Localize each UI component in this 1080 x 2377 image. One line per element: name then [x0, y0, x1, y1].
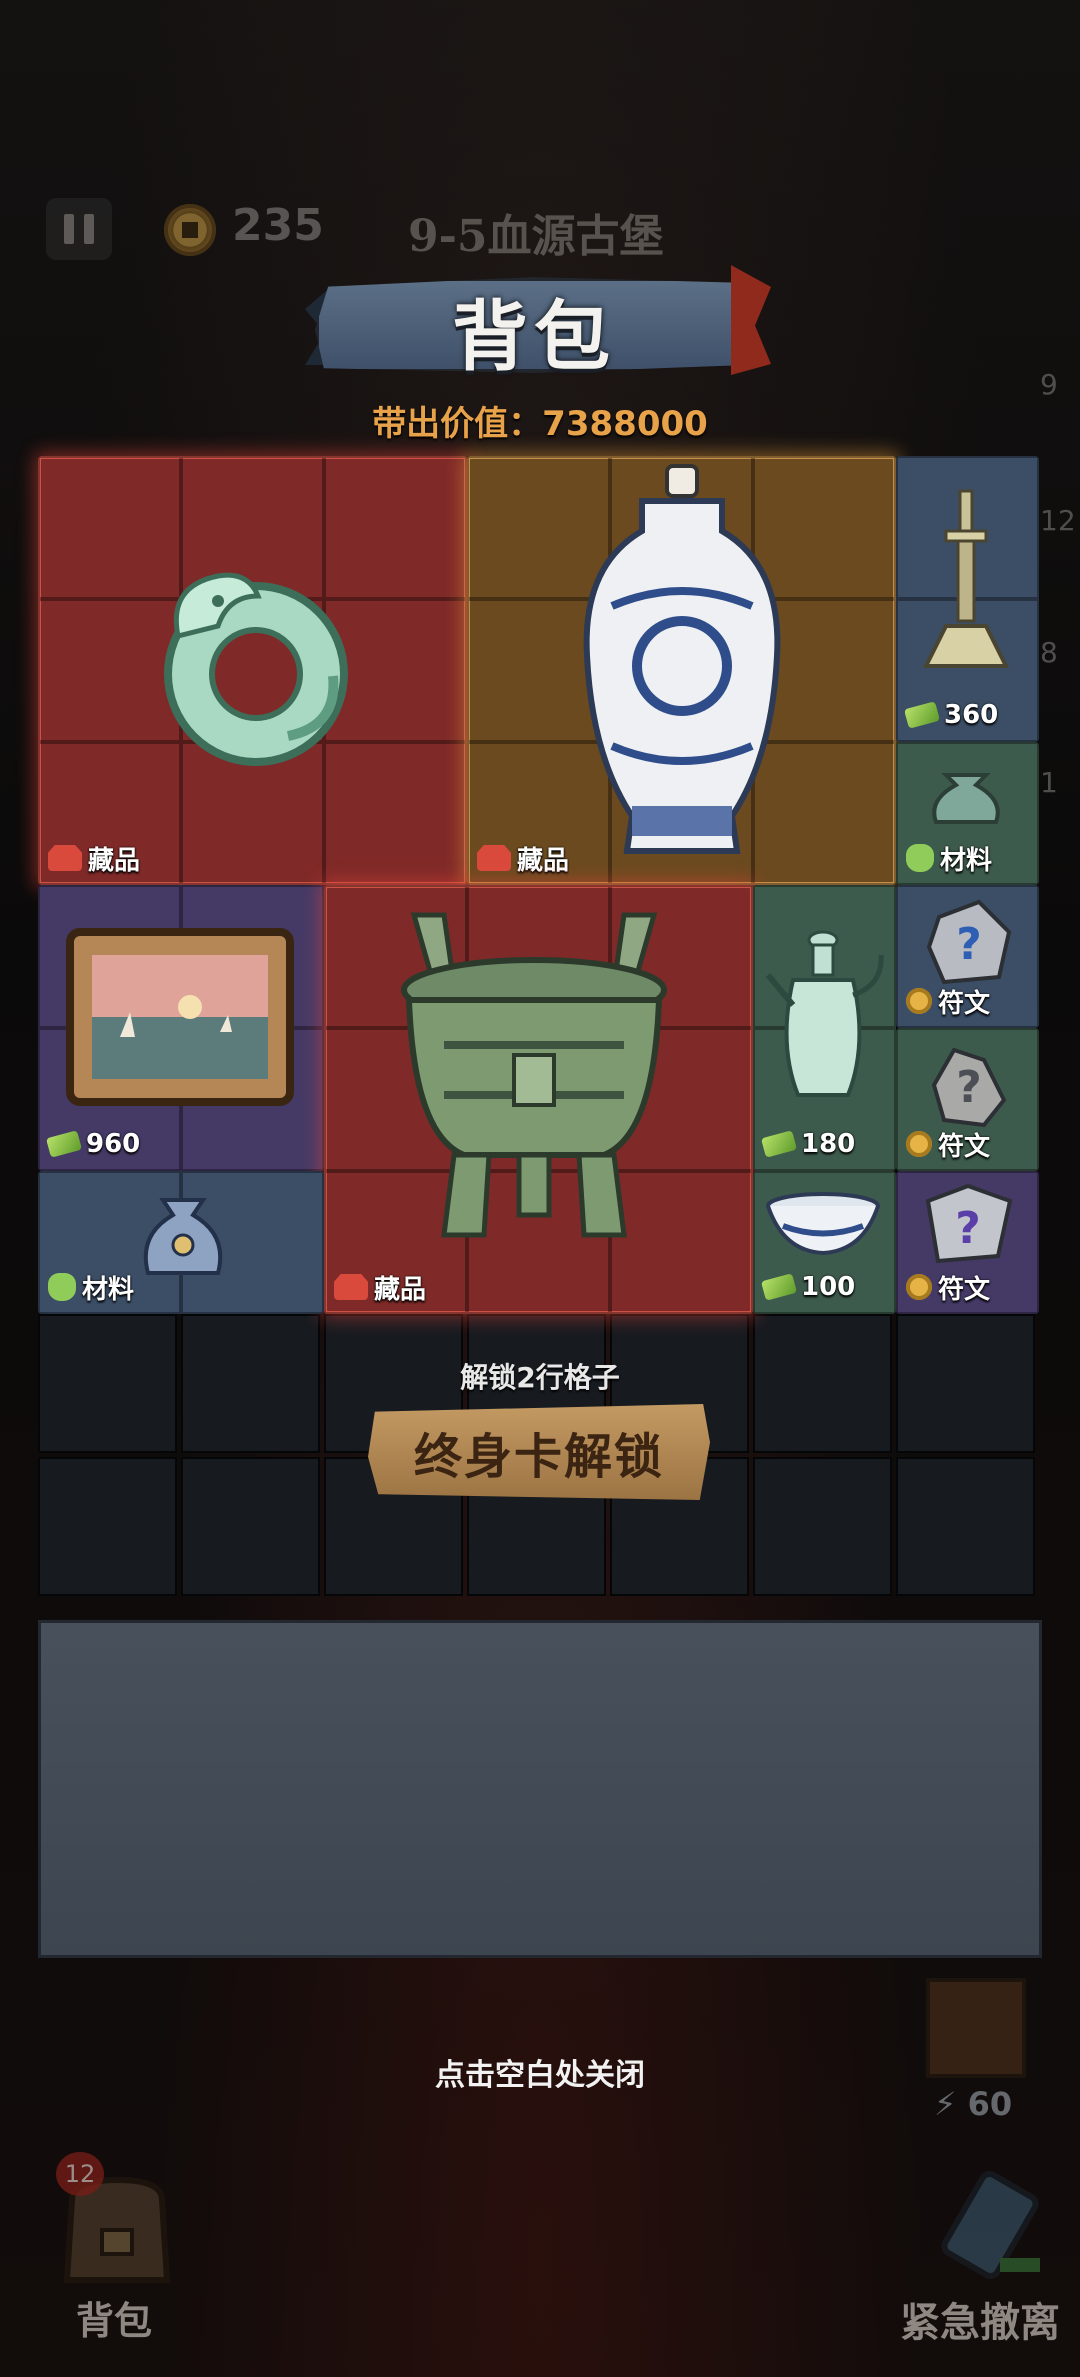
- rune-icon: [906, 988, 932, 1014]
- cash-icon: [760, 1273, 798, 1301]
- locked-grid-cell: [896, 1457, 1035, 1596]
- item-porcelain-bowl[interactable]: 100: [753, 1171, 896, 1314]
- item-material-sack[interactable]: 材料: [38, 1171, 324, 1314]
- backpack-tab-label[interactable]: 背包: [76, 2290, 152, 2345]
- vase-icon: [583, 464, 781, 854]
- item-tag: 藏品: [477, 841, 569, 876]
- item-celadon-ewer[interactable]: 180: [753, 885, 896, 1171]
- svg-text:?: ?: [955, 1203, 981, 1254]
- pause-button[interactable]: [46, 198, 112, 260]
- bronze-ding-icon: [401, 912, 667, 1238]
- item-tag: 材料: [48, 1270, 134, 1305]
- cash-icon: [760, 1130, 798, 1158]
- item-rune-stone[interactable]: ? 符文: [896, 1171, 1039, 1314]
- item-rune-stone[interactable]: ? 符文: [896, 885, 1039, 1028]
- item-tag: 符文: [906, 1270, 990, 1305]
- locked-grid-cell: [181, 1457, 320, 1596]
- sack-icon: [143, 1198, 223, 1275]
- page-title: 背包: [452, 292, 616, 381]
- candlestick-icon: [922, 489, 1010, 668]
- item-candlestick[interactable]: 360: [896, 456, 1039, 742]
- collection-icon: [334, 1274, 368, 1300]
- jade-dragon-icon: [164, 572, 348, 766]
- collection-icon: [48, 845, 82, 871]
- rune-icon: [906, 1274, 932, 1300]
- item-tag: 材料: [906, 841, 992, 876]
- item-rune-stone[interactable]: ? 符文: [896, 1028, 1039, 1171]
- sack-icon: [932, 773, 1000, 824]
- cash-icon: [903, 701, 941, 729]
- item-detail-panel: [38, 1620, 1042, 1958]
- material-icon: [48, 1273, 76, 1301]
- carry-value: 带出价值：7388000: [372, 404, 708, 444]
- item-tag: 藏品: [334, 1270, 426, 1305]
- item-tag: 符文: [906, 1127, 990, 1162]
- item-tag: 藏品: [48, 841, 140, 876]
- skill-card-icon[interactable]: [926, 1978, 1026, 2078]
- ewer-icon: [765, 930, 884, 1097]
- item-tag: 960: [45, 1127, 140, 1161]
- cash-icon: [45, 1130, 83, 1158]
- item-tag: 360: [903, 698, 998, 732]
- rune-stone-icon: ?: [925, 1183, 1013, 1264]
- close-hint[interactable]: 点击空白处关闭: [0, 2050, 1080, 2094]
- item-tag: 符文: [906, 984, 990, 1019]
- top-hud: 235 9-5血源古堡: [40, 196, 1040, 266]
- title-banner: 背包: [305, 265, 771, 385]
- collection-icon: [477, 845, 511, 871]
- energy-count: ⚡ 60: [934, 2085, 1013, 2123]
- rune-stone-icon: ?: [926, 899, 1012, 985]
- emergency-escape-label[interactable]: 紧急撤离: [900, 2290, 1060, 2348]
- rune-icon: [906, 1131, 932, 1157]
- painting-icon: [66, 928, 294, 1106]
- emergency-phone-icon[interactable]: [930, 2170, 1050, 2280]
- lifetime-card-unlock-button[interactable]: 终身卡解锁: [368, 1404, 710, 1500]
- item-material-sack[interactable]: 材料: [896, 742, 1039, 885]
- stage-name: 9-5血源古堡: [408, 211, 664, 262]
- svg-text:?: ?: [956, 919, 982, 970]
- item-tag: 100: [760, 1270, 855, 1304]
- side-indicator: 12: [1040, 504, 1076, 537]
- svg-text:?: ?: [956, 1062, 982, 1113]
- locked-grid-cell: [38, 1457, 177, 1596]
- item-painting[interactable]: 960: [38, 885, 324, 1171]
- coin-count: 235: [232, 200, 324, 251]
- item-bronze-ding[interactable]: 藏品: [324, 885, 753, 1314]
- item-blue-white-vase[interactable]: 藏品: [467, 456, 896, 885]
- unlock-hint: 解锁2行格子: [460, 1361, 620, 1394]
- item-jade-dragon[interactable]: 藏品: [38, 456, 467, 885]
- rune-stone-icon: ?: [931, 1047, 1007, 1128]
- bowl-icon: [766, 1192, 880, 1256]
- material-icon: [906, 844, 934, 872]
- side-indicator: 8: [1040, 636, 1058, 669]
- coin-icon: [164, 204, 216, 256]
- item-tag: 180: [760, 1127, 855, 1161]
- side-indicator: 1: [1040, 766, 1058, 799]
- locked-grid-cell: [753, 1457, 892, 1596]
- backpack-count-badge: 12: [56, 2152, 104, 2196]
